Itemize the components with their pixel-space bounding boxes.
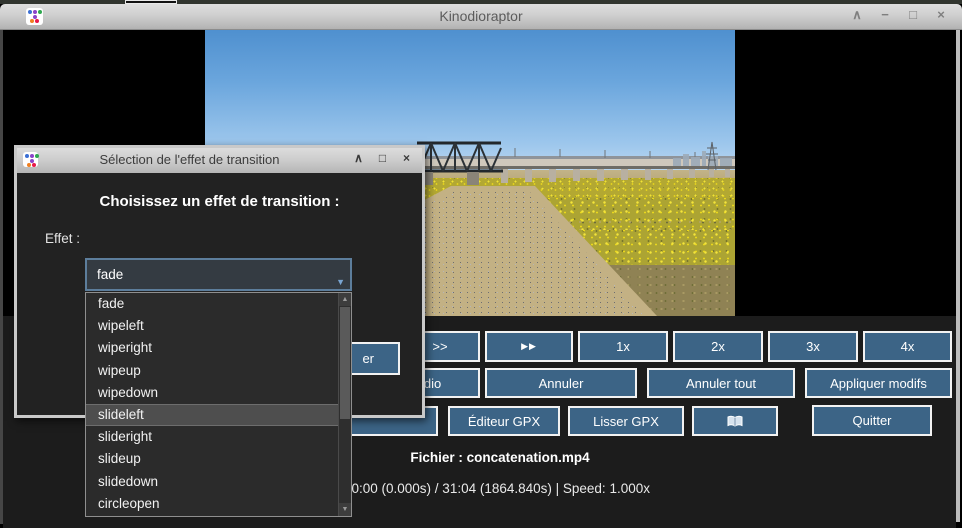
maximize-icon[interactable]: □ [904, 7, 922, 23]
file-status: Fichier : concatenation.mp4 [350, 450, 650, 465]
effect-dropdown-list: fade wipeleft wiperight wipeup wipedown … [85, 292, 352, 517]
speed-2x-button[interactable]: 2x [673, 331, 763, 362]
speed-1x-button[interactable]: 1x [578, 331, 668, 362]
gpx-smooth-button[interactable]: Lisser GPX [568, 406, 684, 436]
dialog-shade-icon[interactable]: ∧ [351, 151, 366, 165]
fast-forward-icon[interactable]: ▶▶ [485, 331, 573, 362]
dialog-heading: Choisissez un effet de transition : [17, 193, 422, 210]
dialog-title: Sélection de l'effet de transition [17, 152, 362, 167]
dropdown-option[interactable]: circleopen [86, 493, 351, 515]
dropdown-option[interactable]: fade [86, 293, 351, 315]
dropdown-scrollbar[interactable]: ▲ ▼ [338, 293, 351, 516]
time-status: 00:00 (0.000s) / 31:04 (1864.840s) | Spe… [344, 481, 650, 496]
close-icon[interactable]: × [932, 7, 950, 23]
manual-button[interactable] [692, 406, 778, 436]
dropdown-option[interactable]: wipeleft [86, 315, 351, 337]
dropdown-option[interactable]: wiperight [86, 337, 351, 359]
effect-combobox[interactable]: fade ▼ [85, 258, 352, 291]
speed-3x-button[interactable]: 3x [768, 331, 858, 362]
undo-all-button[interactable]: Annuler tout [647, 368, 795, 398]
dropdown-option[interactable]: wipeup [86, 360, 351, 382]
dropdown-option-selected[interactable]: slideleft [86, 404, 351, 426]
window-title: Kinodioraptor [0, 8, 962, 24]
dialog-titlebar: Sélection de l'effet de transition ∧ □ × [17, 148, 422, 173]
quit-button[interactable]: Quitter [812, 405, 932, 436]
scroll-up-icon[interactable]: ▲ [339, 293, 351, 306]
dropdown-option[interactable]: slideright [86, 426, 351, 448]
dropdown-option[interactable]: slideup [86, 448, 351, 470]
shade-icon[interactable]: ∧ [848, 7, 866, 23]
scrollbar-thumb[interactable] [340, 307, 350, 419]
effect-label: Effet : [45, 231, 80, 246]
dialog-close-icon[interactable]: × [399, 151, 414, 165]
chevron-down-icon: ▼ [336, 277, 345, 287]
gpx-editor-button[interactable]: Éditeur GPX [448, 406, 560, 436]
app-window: Kinodioraptor ∧ − □ × [0, 0, 962, 528]
undo-button[interactable]: Annuler [485, 368, 637, 398]
window-border-right [956, 30, 960, 522]
dropdown-option[interactable]: slidedown [86, 471, 351, 493]
scroll-down-icon[interactable]: ▼ [339, 503, 351, 516]
main-titlebar: Kinodioraptor ∧ − □ × [0, 4, 962, 30]
combobox-value: fade [97, 267, 123, 282]
apply-edits-button[interactable]: Appliquer modifs [805, 368, 952, 398]
dropdown-option[interactable]: wipedown [86, 382, 351, 404]
minimize-icon[interactable]: − [876, 7, 894, 23]
speed-4x-button[interactable]: 4x [863, 331, 952, 362]
open-book-icon [727, 415, 743, 428]
dialog-maximize-icon[interactable]: □ [375, 151, 390, 165]
